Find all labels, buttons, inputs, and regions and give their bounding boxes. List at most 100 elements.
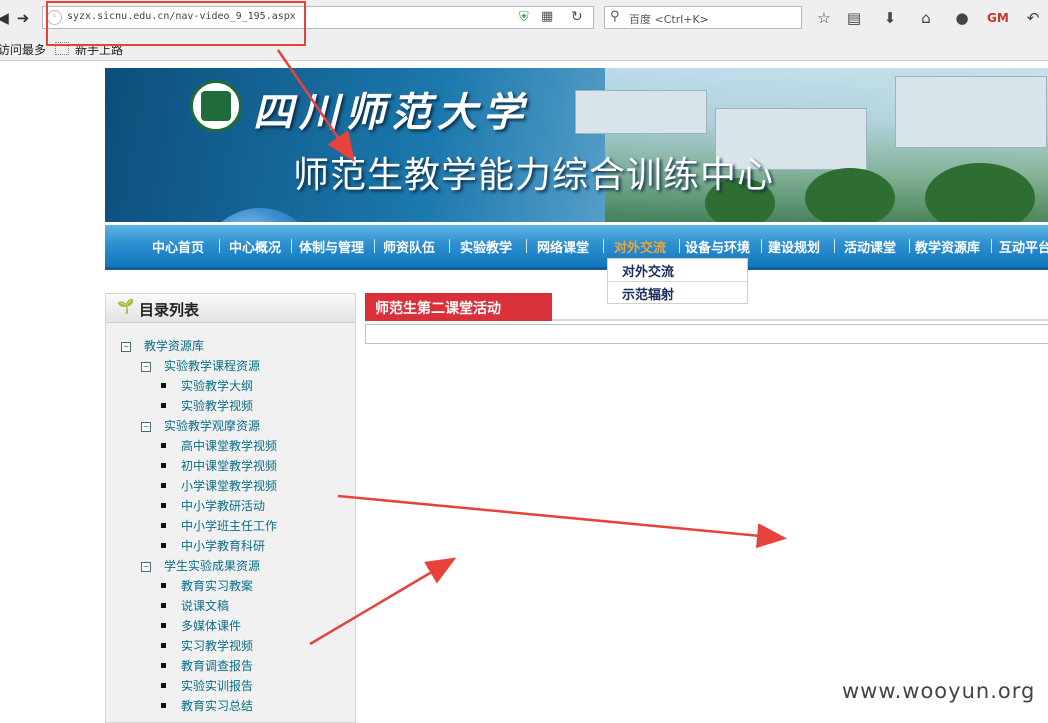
bullet-icon (161, 543, 166, 548)
tree-leaf-item[interactable]: 小学课堂教学视频 (161, 477, 277, 494)
tree-leaf-item[interactable]: 实验教学视频 (161, 397, 253, 414)
bookmark-most-visited[interactable]: 访问最多 (0, 41, 46, 58)
nav-dropdown: 对外交流 示范辐射 (607, 258, 748, 304)
tree-item-label: 教育调查报告 (181, 659, 254, 673)
bullet-icon (161, 643, 166, 648)
nav-divider (374, 239, 375, 253)
dropdown-item[interactable]: 对外交流 (622, 261, 674, 280)
tree-folder-item[interactable]: − 教学资源库 (121, 337, 204, 354)
bullet-icon (161, 603, 166, 608)
tree-leaf-item[interactable]: 多媒体课件 (161, 617, 241, 634)
tree-item-label: 学生实验成果资源 (164, 559, 261, 573)
tree-leaf-item[interactable]: 教育实习教案 (161, 577, 253, 594)
bullet-icon (161, 583, 166, 588)
sidebar-title: 目录列表 (139, 301, 200, 319)
tree-leaf-item[interactable]: 实验实训报告 (161, 677, 253, 694)
tree-item-label: 教育实习总结 (181, 699, 254, 713)
nav-item[interactable]: 中心首页 (152, 237, 204, 256)
nav-item[interactable]: 建设规划 (768, 237, 820, 256)
tree-item-label: 教育实习教案 (181, 579, 254, 593)
bullet-icon (161, 703, 166, 708)
bullet-icon (161, 443, 166, 448)
tree-leaf-item[interactable]: 初中课堂教学视频 (161, 457, 277, 474)
collapse-toggle-icon[interactable]: − (141, 362, 151, 372)
bullet-icon (161, 463, 166, 468)
search-box[interactable]: ⚲ 百度 <Ctrl+K> (604, 6, 802, 29)
nav-item[interactable]: 教学资源库 (915, 237, 980, 256)
nav-item[interactable]: 实验教学 (460, 237, 512, 256)
nav-divider (679, 239, 680, 253)
bookmark-star-icon[interactable]: ☆ (814, 8, 834, 28)
tree-leaf-item[interactable]: 中小学班主任工作 (161, 517, 277, 534)
center-name: 师范生教学能力综合训练中心 (293, 155, 775, 196)
forward-icon[interactable]: ➜ (12, 7, 34, 29)
nav-divider (834, 239, 835, 253)
nav-divider (909, 239, 910, 253)
globe-graphic (200, 208, 320, 222)
tree-item-label: 实验教学视频 (181, 399, 254, 413)
content-tab-title: 师范生第二课堂活动 (375, 301, 501, 317)
reading-list-icon[interactable]: ▤ (844, 8, 864, 28)
sidebar-header: 🌱 目录列表 (106, 294, 355, 323)
bullet-icon (161, 683, 166, 688)
content-area (365, 324, 1048, 344)
bullet-icon (161, 663, 166, 668)
tree-item-label: 实验教学观摩资源 (164, 419, 261, 433)
tree-item-label: 中小学班主任工作 (181, 519, 278, 533)
main-nav: 中心首页 中心概况 体制与管理 师资队伍 实验教学 网络课堂 对外交流 设备与环… (105, 225, 1048, 270)
nav-divider (526, 239, 527, 253)
tree-folder-item[interactable]: − 实验教学观摩资源 (141, 417, 260, 434)
university-name: 四川师范大学 (253, 89, 529, 136)
tree-leaf-item[interactable]: 教育调查报告 (161, 657, 253, 674)
collapse-toggle-icon[interactable]: − (141, 562, 151, 572)
tree-leaf-item[interactable]: 高中课堂教学视频 (161, 437, 277, 454)
nav-item[interactable]: 中心概况 (229, 237, 281, 256)
undo-icon[interactable]: ↶ (1023, 8, 1043, 28)
url-highlight-box (46, 1, 306, 46)
tree-leaf-item[interactable]: 实验教学大纲 (161, 377, 253, 394)
tree-item-label: 说课文稿 (181, 599, 230, 613)
tree-item-label: 中小学教育科研 (181, 539, 266, 553)
search-placeholder: 百度 <Ctrl+K> (629, 13, 709, 26)
nav-item[interactable]: 活动课堂 (844, 237, 896, 256)
tree-leaf-item[interactable]: 教育实习总结 (161, 697, 253, 714)
qr-code-icon[interactable]: ▦ (541, 10, 555, 24)
nav-item[interactable]: 体制与管理 (299, 237, 364, 256)
gm-extension-icon[interactable]: GM (987, 8, 1009, 28)
nav-item[interactable]: 师资队伍 (383, 237, 435, 256)
tree-leaf-item[interactable]: 说课文稿 (161, 597, 229, 614)
building-shape (575, 90, 707, 134)
bullet-icon (161, 503, 166, 508)
tree-item-label: 实验教学课程资源 (164, 359, 261, 373)
tree-folder-item[interactable]: − 学生实验成果资源 (141, 557, 260, 574)
dropdown-divider (608, 281, 747, 282)
nav-item-active[interactable]: 对外交流 (614, 237, 666, 256)
tree-folder-item[interactable]: − 实验教学课程资源 (141, 357, 260, 374)
shield-icon[interactable]: ⛨ (519, 10, 533, 25)
tree-item-label: 高中课堂教学视频 (181, 439, 278, 453)
download-icon[interactable]: ⬇ (880, 8, 900, 28)
tree-leaf-item[interactable]: 中小学教育科研 (161, 537, 265, 554)
tree-item-label: 实验教学大纲 (181, 379, 254, 393)
bullet-icon (161, 383, 166, 388)
nav-item[interactable]: 网络课堂 (537, 237, 589, 256)
arrow-to-research (337, 494, 787, 549)
tree-leaf-item[interactable]: 中小学教研活动 (161, 497, 265, 514)
nav-item[interactable]: 设备与环境 (685, 237, 750, 256)
tree-leaf-item[interactable]: 实习教学视频 (161, 637, 253, 654)
tree-item-label: 多媒体课件 (181, 619, 242, 633)
nav-item[interactable]: 互动平台 (999, 237, 1048, 256)
home-icon[interactable]: ⌂ (916, 8, 936, 28)
dropdown-item[interactable]: 示范辐射 (622, 284, 674, 303)
university-seal-logo (190, 80, 242, 132)
content-tab[interactable]: 师范生第二课堂活动 (365, 293, 552, 321)
collapse-toggle-icon[interactable]: − (141, 422, 151, 432)
nav-divider (603, 239, 604, 253)
tree-item-label: 初中课堂教学视频 (181, 459, 278, 473)
sprout-icon: 🌱 (117, 299, 135, 315)
reload-icon[interactable]: ↻ (571, 9, 587, 25)
collapse-toggle-icon[interactable]: − (121, 342, 131, 352)
nav-divider (219, 239, 220, 253)
nav-divider (291, 239, 292, 253)
chat-icon[interactable]: ● (952, 8, 972, 28)
